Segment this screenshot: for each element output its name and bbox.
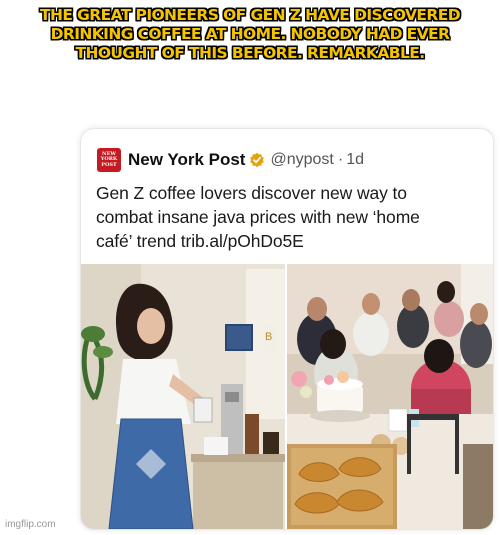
tweet-card[interactable]: NEW YORK POST New York Post @nypost · 1d… (80, 128, 494, 530)
nypost-logo-avatar[interactable]: NEW YORK POST (97, 148, 121, 172)
author-name[interactable]: New York Post (128, 150, 245, 170)
avatar-logo-text: NEW YORK POST (100, 150, 118, 168)
tweet-text-line: Gen Z coffee lovers discover new way to (96, 183, 407, 203)
tweet-text-line: combat insane java prices with new ‘home (96, 207, 420, 227)
tweet-photo[interactable]: B (81, 264, 493, 529)
caption-line: THE GREAT PIONEERS OF GEN Z HAVE DISCOVE… (40, 6, 461, 24)
imgflip-watermark: imgflip.com (5, 519, 56, 530)
verified-badge-icon (250, 152, 265, 168)
woman-pouring-coffee-icon: B (81, 264, 285, 529)
svg-text:B: B (265, 331, 272, 343)
caption-line: DRINKING COFFEE AT HOME. NOBODY HAD EVER (50, 25, 450, 43)
friends-table-pastries-icon (287, 264, 493, 529)
tweet-text: Gen Z coffee lovers discover new way to … (96, 181, 481, 253)
meme-caption: THE GREAT PIONEERS OF GEN Z HAVE DISCOVE… (0, 6, 500, 63)
tweet-header: NEW YORK POST New York Post @nypost · 1d (97, 147, 364, 173)
caption-line: THOUGHT OF THIS BEFORE. REMARKABLE. (75, 44, 425, 62)
tweet-text-line: café’ trend trib.al/pOhDo5E (96, 231, 304, 251)
meta-separator: · (337, 151, 344, 168)
author-handle[interactable]: @nypost (270, 151, 333, 169)
post-age: 1d (346, 151, 364, 168)
